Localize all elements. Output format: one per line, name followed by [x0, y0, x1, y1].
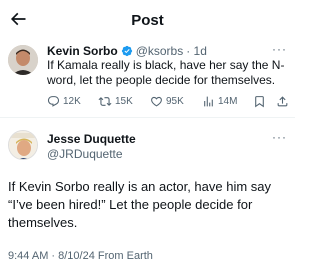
page-title: Post: [131, 12, 164, 29]
repost-count: 15K: [115, 96, 133, 107]
like-count: 95K: [166, 96, 184, 107]
heart-icon: [151, 96, 162, 107]
divider: [0, 117, 295, 118]
tweet-actions: 12K 15K 95K 14M: [47, 95, 290, 111]
share-button[interactable]: [276, 95, 292, 108]
reply-icon: [47, 96, 60, 107]
author-name[interactable]: Jesse Duquette: [47, 132, 136, 146]
views-button[interactable]: 14M: [202, 95, 237, 108]
tweet-timestamp: 9:44 AM · 8/10/24 From Earth: [8, 250, 153, 262]
profile-photo-icon: [8, 45, 38, 75]
avatar[interactable]: [8, 45, 38, 75]
repost-button[interactable]: 15K: [98, 95, 133, 108]
tweet-text: If Kamala really is black, have her say …: [47, 58, 285, 87]
tweet-text: If Kevin Sorbo really is an actor, have …: [8, 179, 272, 230]
profile-photo-icon: [9, 131, 37, 159]
parent-tweet[interactable]: Kevin Sorbo @ksorbs · 1d ··· If Kamala r…: [0, 40, 295, 114]
tweet-author: Kevin Sorbo @ksorbs · 1d: [47, 44, 207, 58]
reply-button[interactable]: 12K: [47, 95, 81, 108]
view-count: 14M: [218, 96, 238, 107]
verified-badge-icon: [121, 45, 132, 57]
top-bar: Post: [0, 0, 295, 40]
author-handle[interactable]: @JRDuquette: [47, 147, 123, 161]
tweet-time: · 1d: [186, 44, 207, 58]
repost-icon: [98, 97, 112, 106]
author-handle[interactable]: @ksorbs: [136, 44, 184, 58]
share-icon: [277, 96, 288, 107]
avatar[interactable]: [8, 130, 38, 160]
reply-count: 12K: [63, 96, 81, 107]
analytics-icon: [204, 96, 213, 107]
like-button[interactable]: 95K: [150, 95, 184, 108]
more-options-icon[interactable]: ···: [272, 130, 287, 144]
more-options-icon[interactable]: ···: [272, 42, 287, 56]
author-name[interactable]: Kevin Sorbo: [47, 44, 118, 58]
bookmark-button[interactable]: [253, 95, 269, 108]
bookmark-icon: [255, 96, 264, 108]
